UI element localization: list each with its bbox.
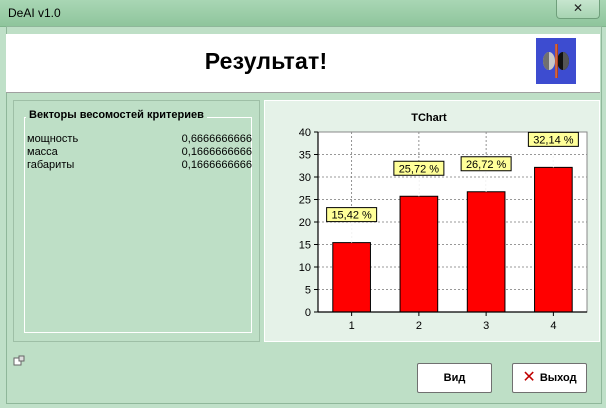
header-panel: Результат! <box>6 34 600 93</box>
weights-group-title: Векторы весомостей критериев <box>26 109 207 121</box>
exit-button-label: Выход <box>539 372 577 384</box>
y-tick-label: 20 <box>299 217 311 229</box>
weight-row: мощность 0,6666666666 <box>27 133 252 146</box>
weight-value: 0,1666666666 <box>181 159 252 171</box>
chart-title: TChart <box>411 112 447 124</box>
logo-icon <box>536 38 576 84</box>
size-grip-icon <box>13 355 25 366</box>
weight-label: масса <box>27 146 58 158</box>
close-x-icon: ✕ <box>522 369 536 387</box>
view-button[interactable]: Вид <box>417 363 492 393</box>
y-tick-label: 0 <box>305 307 311 319</box>
bar <box>332 242 371 313</box>
y-axis-ticks: 0 5 10 15 20 25 30 35 40 <box>299 127 319 319</box>
y-tick-label: 35 <box>299 150 311 162</box>
y-tick-label: 40 <box>299 127 311 139</box>
app-logo <box>536 38 576 84</box>
weight-value: 0,6666666666 <box>181 133 252 145</box>
weight-row: масса 0,1666666666 <box>27 146 252 159</box>
window-title: DeAI v1.0 <box>8 6 61 20</box>
close-button[interactable]: ✕ <box>556 0 600 19</box>
x-tick-label: 4 <box>550 320 556 332</box>
bar <box>399 195 439 313</box>
weight-label: габариты <box>27 159 75 171</box>
view-button-label: Вид <box>443 372 466 384</box>
weights-panel: Векторы весомостей критериев мощность 0,… <box>13 100 260 342</box>
x-tick-label: 1 <box>349 320 355 332</box>
weight-value: 0,1666666666 <box>181 146 252 158</box>
title-bar: DeAI v1.0 ✕ <box>0 0 606 27</box>
weight-label: мощность <box>27 133 79 145</box>
y-tick-label: 30 <box>299 172 311 184</box>
x-tick-label: 3 <box>483 320 489 332</box>
close-icon: ✕ <box>572 1 584 15</box>
page-title: Результат! <box>204 48 328 74</box>
data-label: 15,42 % <box>331 210 372 222</box>
y-tick-label: 5 <box>305 285 311 297</box>
y-tick-label: 15 <box>299 240 311 252</box>
bar-chart: TChart 0 5 10 15 20 25 30 35 40 1 2 3 4 15,42 % 25,7… <box>299 112 588 332</box>
data-label: 32,14 % <box>533 134 574 146</box>
y-tick-label: 10 <box>299 262 311 274</box>
bar <box>534 166 573 313</box>
bar <box>466 191 506 313</box>
exit-button[interactable]: ✕ Выход <box>512 363 587 393</box>
weight-row: габариты 0,1666666666 <box>27 159 252 172</box>
y-tick-label: 25 <box>299 195 311 207</box>
data-label: 26,72 % <box>466 159 507 171</box>
data-label: 25,72 % <box>399 163 440 175</box>
x-tick-label: 2 <box>416 320 422 332</box>
chart-panel: TChart 0 5 10 15 20 25 30 35 40 1 2 3 4 15,42 % 25,7… <box>264 100 600 342</box>
x-axis-ticks: 1 2 3 4 <box>318 311 587 332</box>
